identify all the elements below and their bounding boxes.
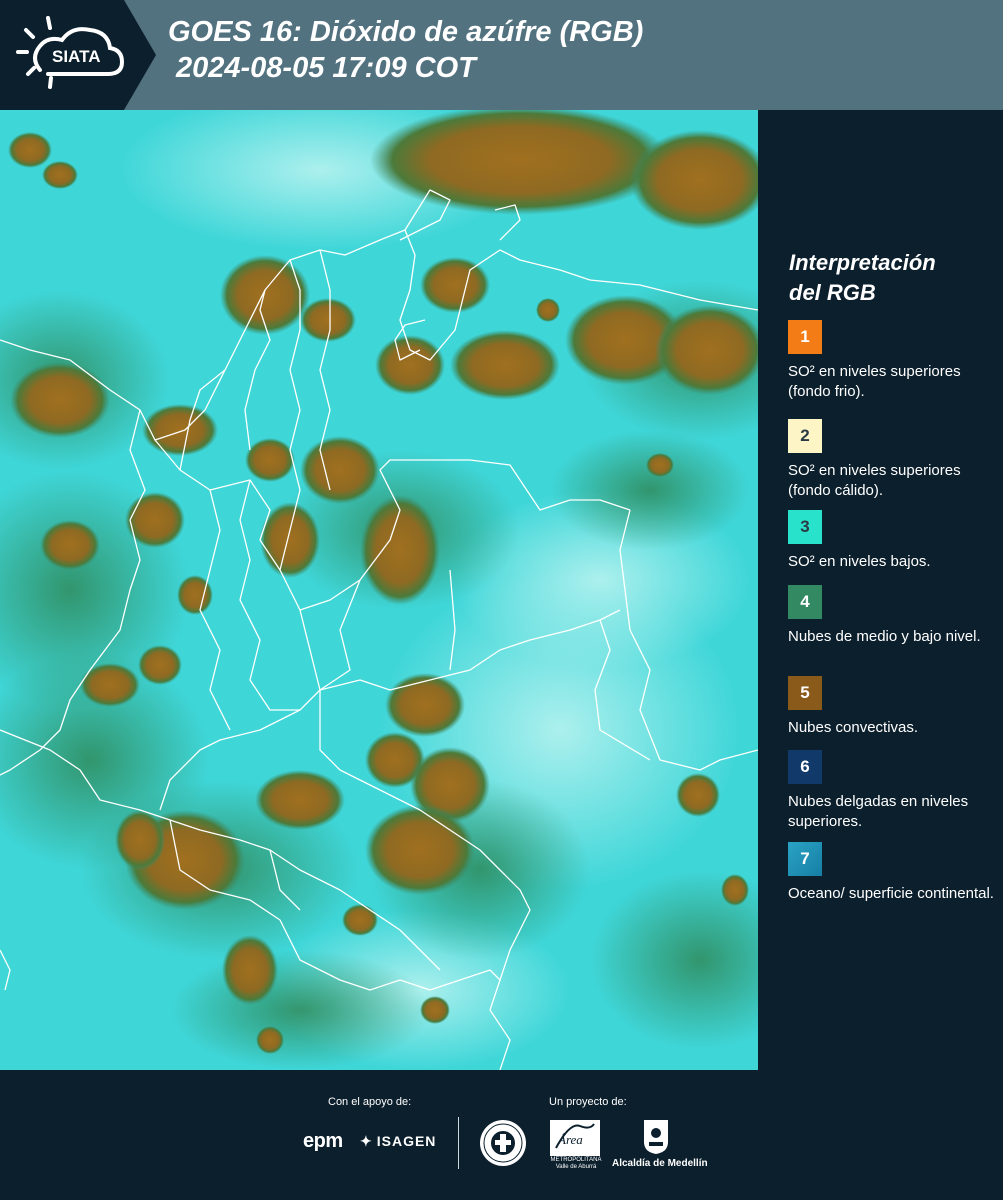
page-title: GOES 16: Dióxido de azúfre (RGB) 2024-08… <box>168 14 643 86</box>
legend-label-6: Nubes delgadas en niveles superiores. <box>788 793 969 830</box>
alcaldia-shield-icon <box>642 1118 670 1161</box>
title-line-2: 2024-08-05 17:09 COT <box>176 52 476 84</box>
legend-item-2: 2 SO² en niveles superiores (fondo cálid… <box>788 419 998 501</box>
title-line-1: GOES 16: Dióxido de azúfre (RGB) <box>168 16 644 48</box>
alcaldia-name: Alcaldía de Medellín <box>612 1158 708 1169</box>
legend-title: Interpretación del RGB <box>789 248 936 308</box>
support-label: Con el apoyo de: <box>328 1096 412 1108</box>
legend-label-5: Nubes convectivas. <box>788 719 919 736</box>
university-seal-icon <box>479 1119 527 1172</box>
legend-label-7: Oceano/ superficie continental. <box>788 885 994 902</box>
legend-swatch-3: 3 <box>788 510 822 544</box>
legend-item-7: 7 Oceano/ superficie continental. <box>788 842 998 904</box>
satellite-map[interactable] <box>0 110 758 1070</box>
legend-label-1: SO² en niveles superiores (fondo frio). <box>788 363 961 400</box>
footer: Con el apoyo de: Un proyecto de: epm ✦ IS… <box>0 1070 1003 1200</box>
legend-title-line-1: Interpretación <box>789 250 936 275</box>
legend-swatch-5: 5 <box>788 676 822 710</box>
legend-swatch-2: 2 <box>788 419 822 453</box>
legend-item-5: 5 Nubes convectivas. <box>788 676 998 738</box>
area-metropolitana-name: METROPOLITANA Valle de Aburrá <box>550 1157 602 1170</box>
legend-title-line-2: del RGB <box>789 280 876 305</box>
satellite-map-image <box>0 110 758 1070</box>
legend-item-4: 4 Nubes de medio y bajo nivel. <box>788 585 998 647</box>
legend-swatch-6: 6 <box>788 750 822 784</box>
area-logo-text: Área <box>557 1132 583 1147</box>
legend-swatch-7: 7 <box>788 842 822 876</box>
footer-divider <box>458 1117 459 1169</box>
siata-logo: SIATA <box>0 0 156 110</box>
project-label: Un proyecto de: <box>549 1096 627 1108</box>
legend-swatch-4: 4 <box>788 585 822 619</box>
legend-label-2: SO² en niveles superiores (fondo cálido)… <box>788 462 961 499</box>
isagen-logo-text: ISAGEN <box>376 1133 437 1149</box>
header: SIATA GOES 16: Dióxido de azúfre (RGB) 2… <box>0 0 1003 110</box>
isagen-logo: ✦ ISAGEN <box>360 1133 436 1150</box>
legend-label-4: Nubes de medio y bajo nivel. <box>788 628 981 645</box>
legend-panel: Interpretación del RGB 1 SO² en niveles … <box>758 110 1003 1070</box>
legend-item-1: 1 SO² en niveles superiores (fondo frio)… <box>788 320 998 402</box>
epm-logo: epm <box>303 1130 343 1152</box>
legend-swatch-1: 1 <box>788 320 822 354</box>
siata-logo-text: SIATA <box>52 47 100 66</box>
legend-label-3: SO² en niveles bajos. <box>788 553 931 570</box>
isagen-mark-icon: ✦ <box>360 1133 373 1149</box>
legend-item-3: 3 SO² en niveles bajos. <box>788 510 998 572</box>
legend-item-6: 6 Nubes delgadas en niveles superiores. <box>788 750 998 832</box>
